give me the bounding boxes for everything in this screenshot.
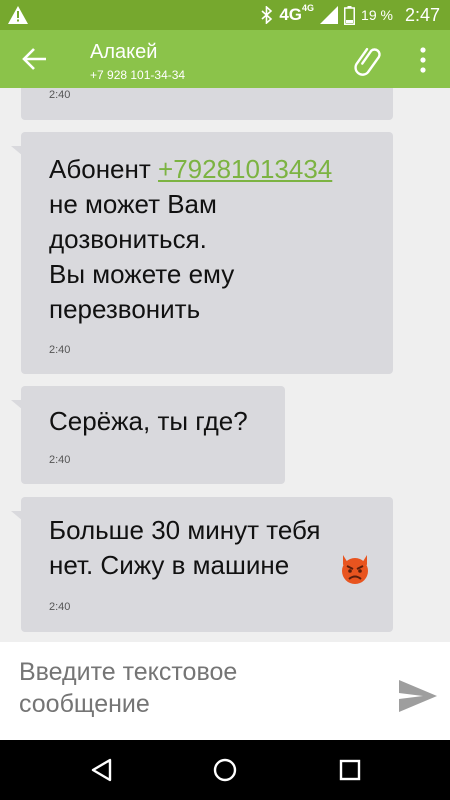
battery-percent: 19 % <box>361 7 393 23</box>
message-text: Серёжа, ты где? <box>49 406 248 436</box>
message-text: Больше 30 минут тебя нет. Сижу в машине <box>49 515 321 580</box>
battery-icon <box>344 5 356 25</box>
app-bar: Алакей +7 928 101-34-34 <box>0 30 450 88</box>
back-triangle-icon[interactable] <box>88 756 116 784</box>
phone-link[interactable]: +79281013434 <box>158 154 332 184</box>
bluetooth-icon <box>261 6 273 24</box>
message-bubble[interactable]: 2:40 <box>21 88 393 120</box>
network-type: 4G4G <box>279 3 315 24</box>
message-time: 2:40 <box>49 454 71 466</box>
status-time: 2:47 <box>404 4 440 25</box>
message-list[interactable]: 2:40 Абонент +79281013434 не может Вам д… <box>0 88 450 642</box>
message-bubble[interactable]: Серёжа, ты где? 2:40 <box>11 386 285 484</box>
message-time: 2:40 <box>49 601 71 613</box>
bubble-tail <box>11 400 23 410</box>
paperclip-icon[interactable] <box>352 43 386 77</box>
bubble-tail <box>11 146 23 156</box>
message-bubble[interactable]: Абонент +79281013434 не может Вам дозвон… <box>11 132 393 374</box>
more-vert-icon[interactable] <box>412 46 434 74</box>
navigation-bar <box>0 740 450 800</box>
message-time: 2:40 <box>49 89 71 101</box>
status-bar: 4G4G 19 % 2:47 <box>0 0 450 30</box>
warning-icon <box>8 6 28 24</box>
compose-bar <box>0 642 450 740</box>
recents-square-icon[interactable] <box>336 756 364 784</box>
send-icon[interactable] <box>395 676 439 716</box>
signal-icon <box>320 6 339 24</box>
message-input[interactable] <box>19 656 369 726</box>
back-arrow-icon[interactable] <box>20 44 50 74</box>
home-circle-icon[interactable] <box>211 756 239 784</box>
status-right: 4G4G 19 % 2:47 <box>261 0 440 30</box>
bubble-tail <box>11 511 23 521</box>
message-text: Абонент +79281013434 не может Вам дозвон… <box>49 154 333 324</box>
message-time: 2:40 <box>49 344 71 356</box>
message-bubble[interactable]: Больше 30 минут тебя нет. Сижу в машине … <box>11 497 393 632</box>
contact-phone: +7 928 101-34-34 <box>90 68 186 82</box>
contact-name: Алакей <box>90 41 158 63</box>
angry-devil-emoji <box>342 555 368 584</box>
